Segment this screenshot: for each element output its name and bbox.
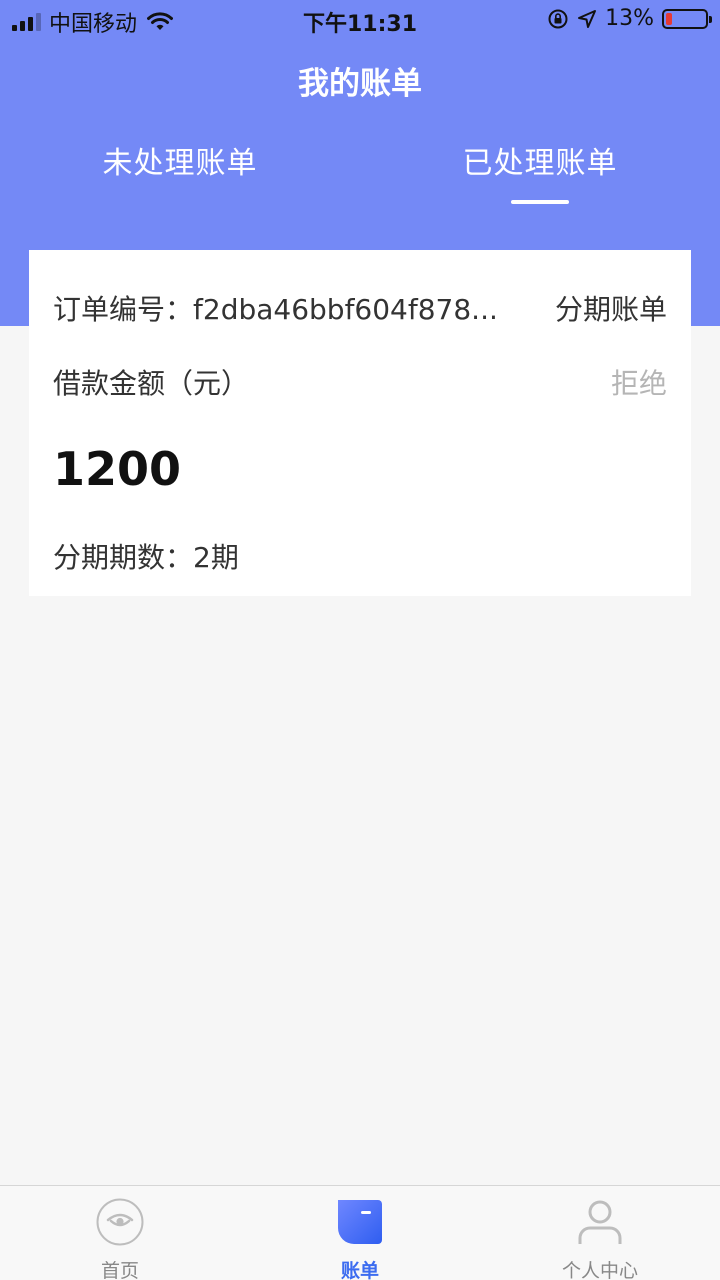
person-icon <box>578 1200 622 1244</box>
bill-icon <box>338 1200 382 1244</box>
bill-card[interactable]: 订单编号：f2dba46bbf604f878... 分期账单 借款金额（元） 拒… <box>29 250 691 596</box>
home-eye-icon <box>96 1198 144 1246</box>
tabbar-home[interactable]: 首页 <box>0 1186 240 1280</box>
bill-type: 分期账单 <box>554 293 667 326</box>
bill-tabs: 未处理账单 已处理账单 <box>0 138 720 208</box>
order-number: 订单编号：f2dba46bbf604f878... <box>53 288 498 328</box>
location-icon <box>578 9 597 28</box>
installments-label: 分期期数： <box>53 541 194 574</box>
status-left: 中国移动 <box>12 6 174 38</box>
wifi-icon <box>147 12 174 30</box>
status-bar: 中国移动 下午11:31 13% <box>0 0 720 40</box>
tabbar-profile-label: 个人中心 <box>561 1260 638 1280</box>
amount-label: 借款金额（元） <box>53 367 250 400</box>
carrier-name: 中国移动 <box>49 12 138 37</box>
order-label: 订单编号： <box>53 293 194 326</box>
status-right: 13% <box>547 6 712 31</box>
page-title: 我的账单 <box>298 66 422 102</box>
status-badge: 拒绝 <box>610 367 667 400</box>
order-row: 订单编号：f2dba46bbf604f878... 分期账单 <box>53 290 667 326</box>
tabbar-home-label: 首页 <box>100 1260 139 1280</box>
battery-icon <box>662 8 712 29</box>
battery-level <box>666 12 672 25</box>
tabbar-profile[interactable]: 个人中心 <box>480 1186 720 1280</box>
signal-icon <box>12 13 41 31</box>
loan-amount: 1200 <box>53 442 182 496</box>
battery-percent: 13% <box>605 6 654 31</box>
tab-unprocessed[interactable]: 未处理账单 <box>0 138 360 182</box>
active-tab-indicator <box>511 200 569 204</box>
installments-value: 2期 <box>193 541 239 574</box>
amount-label-row: 借款金额（元） 拒绝 <box>53 364 667 400</box>
orientation-lock-icon <box>548 9 568 28</box>
bottom-tab-bar: 首页 账单 个人中心 <box>0 1185 720 1280</box>
installments: 分期期数：2期 <box>53 536 239 576</box>
tab-processed[interactable]: 已处理账单 <box>360 138 720 182</box>
tabbar-bill-label: 账单 <box>340 1260 379 1280</box>
tabbar-bill[interactable]: 账单 <box>240 1186 480 1280</box>
order-value: f2dba46bbf604f878... <box>193 293 498 326</box>
